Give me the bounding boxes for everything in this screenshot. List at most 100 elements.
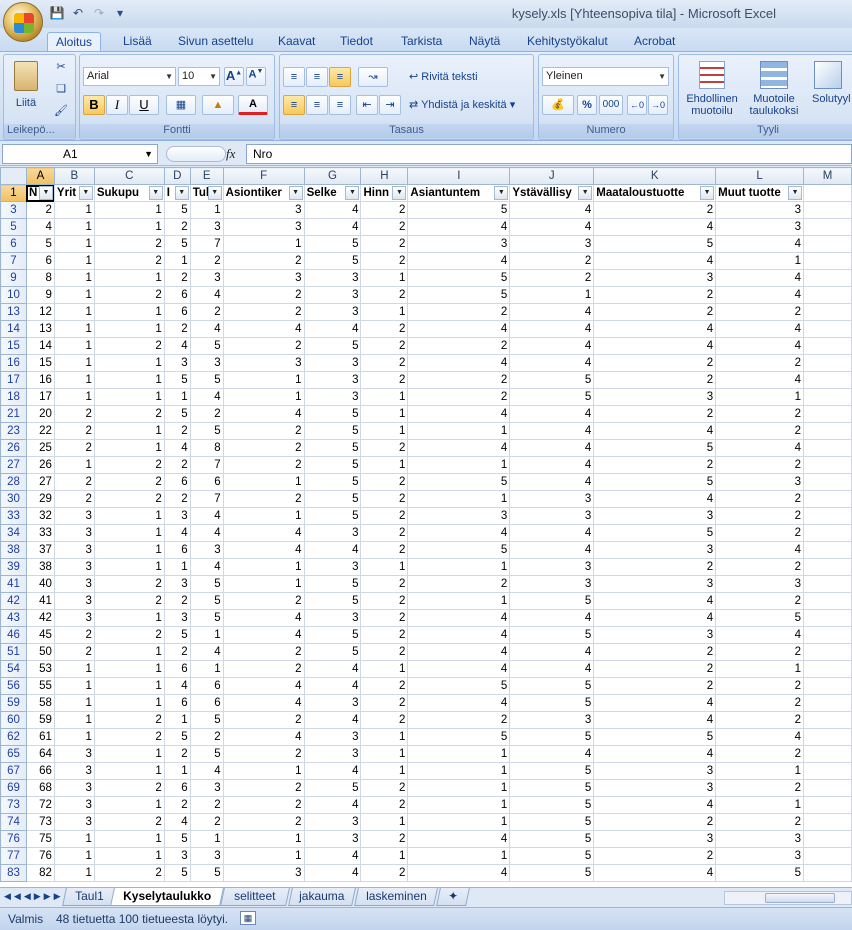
cell[interactable]: 2 (407, 711, 511, 729)
align-bottom-icon[interactable]: ≡ (329, 67, 351, 87)
header-cell-selkeys[interactable]: Selke ▼ (303, 184, 362, 202)
cell[interactable]: 4 (509, 422, 595, 440)
cell[interactable]: 1 (93, 762, 165, 780)
cell[interactable]: 26 (25, 456, 55, 474)
cell[interactable]: 5 (509, 779, 595, 797)
cell[interactable]: 5 (303, 643, 362, 661)
cell[interactable]: 3 (407, 507, 511, 525)
cell[interactable]: 5 (189, 575, 224, 593)
cell[interactable]: 4 (593, 337, 717, 355)
cell[interactable]: 4 (509, 541, 595, 559)
column-header[interactable]: E (189, 167, 224, 185)
cell[interactable]: 2 (222, 286, 305, 304)
cell[interactable] (803, 422, 852, 440)
cell[interactable]: 6 (163, 694, 191, 712)
cell[interactable]: 1 (53, 303, 95, 321)
sheet-tab-laskeminen[interactable]: laskeminen (354, 888, 438, 906)
cell[interactable]: 3 (53, 575, 95, 593)
cell[interactable]: 2 (360, 796, 409, 814)
cell[interactable]: 1 (407, 558, 511, 576)
cell[interactable]: 4 (407, 320, 511, 338)
cell[interactable]: 1 (407, 813, 511, 831)
cell[interactable]: 68 (25, 779, 55, 797)
align-center-icon[interactable]: ≡ (306, 95, 328, 115)
cell[interactable]: 2 (163, 422, 191, 440)
row-header[interactable]: 26 (0, 439, 27, 457)
cell[interactable]: 3 (593, 762, 717, 780)
cell[interactable]: 5 (509, 592, 595, 610)
cell[interactable]: 2 (360, 677, 409, 695)
tab-kehitystyokalut[interactable]: Kehitystyökalut (527, 32, 608, 52)
cell[interactable]: 2 (93, 779, 165, 797)
cell[interactable]: 1 (93, 609, 165, 627)
cell[interactable]: 2 (715, 711, 805, 729)
cell[interactable]: 3 (407, 235, 511, 253)
row-header[interactable]: 38 (0, 541, 27, 559)
row-header[interactable]: 33 (0, 507, 27, 525)
cell[interactable] (803, 813, 852, 831)
cell[interactable]: 1 (222, 507, 305, 525)
cell[interactable]: 3 (189, 541, 224, 559)
cell[interactable]: 5 (303, 337, 362, 355)
cell[interactable] (803, 490, 852, 508)
cell[interactable]: 76 (25, 847, 55, 865)
row-header[interactable]: 1 (0, 184, 27, 202)
cell[interactable]: 3 (303, 303, 362, 321)
name-box[interactable]: A1 ▼ (2, 144, 158, 164)
cell[interactable]: 5 (509, 847, 595, 865)
cell[interactable]: 4 (715, 269, 805, 287)
cell[interactable]: 5 (303, 490, 362, 508)
cell[interactable]: 1 (715, 762, 805, 780)
cell[interactable]: 5 (303, 575, 362, 593)
cell[interactable]: 5 (189, 337, 224, 355)
cell[interactable] (803, 745, 852, 763)
cell[interactable]: 1 (53, 388, 95, 406)
cell[interactable]: 2 (189, 728, 224, 746)
cell[interactable]: 5 (303, 422, 362, 440)
cell[interactable]: 4 (163, 439, 191, 457)
cell[interactable] (803, 524, 852, 542)
cell[interactable]: 4 (303, 677, 362, 695)
cell[interactable]: 1 (53, 320, 95, 338)
cell[interactable]: 5 (25, 235, 55, 253)
cell[interactable]: 2 (715, 694, 805, 712)
cell[interactable]: 4 (593, 490, 717, 508)
cell[interactable]: 9 (25, 286, 55, 304)
cell[interactable]: 2 (593, 286, 717, 304)
align-right-icon[interactable]: ≡ (329, 95, 351, 115)
row-header[interactable]: 43 (0, 609, 27, 627)
cell[interactable]: 4 (407, 864, 511, 882)
cell[interactable] (803, 779, 852, 797)
cell[interactable]: 3 (715, 575, 805, 593)
row-header[interactable]: 56 (0, 677, 27, 695)
grow-font-button[interactable]: A▲ (224, 67, 244, 86)
cell[interactable]: 2 (163, 643, 191, 661)
header-cell-tulot[interactable]: Tul ▼ (189, 184, 224, 202)
cell[interactable]: 4 (593, 864, 717, 882)
cell[interactable] (803, 218, 852, 236)
header-cell-yritys[interactable]: Yrit ▼ (53, 184, 95, 202)
cell[interactable]: 4 (509, 643, 595, 661)
cell[interactable]: 2 (360, 524, 409, 542)
cell[interactable]: 5 (303, 252, 362, 270)
cell[interactable]: 1 (189, 626, 224, 644)
cell[interactable]: 3 (222, 269, 305, 287)
cell[interactable]: 3 (593, 507, 717, 525)
sheet-tab-taul1[interactable]: Taul1 (62, 888, 116, 906)
row-header[interactable]: 18 (0, 388, 27, 406)
cell[interactable]: 5 (715, 864, 805, 882)
cell[interactable]: 3 (53, 507, 95, 525)
cell[interactable]: 5 (303, 507, 362, 525)
italic-button[interactable]: I (106, 95, 128, 115)
fill-color-icon[interactable]: ▲ (202, 95, 234, 115)
cell[interactable]: 1 (222, 235, 305, 253)
cell[interactable]: 3 (509, 575, 595, 593)
cell[interactable]: 1 (93, 847, 165, 865)
cell[interactable]: 4 (303, 711, 362, 729)
cell[interactable] (803, 626, 852, 644)
conditional-formatting-button[interactable]: Ehdollinen muotoilu (681, 58, 743, 122)
cell[interactable]: 5 (509, 813, 595, 831)
copy-icon[interactable]: ❏ (52, 81, 70, 97)
column-header[interactable]: G (303, 167, 362, 185)
cut-icon[interactable]: ✂ (52, 59, 70, 75)
